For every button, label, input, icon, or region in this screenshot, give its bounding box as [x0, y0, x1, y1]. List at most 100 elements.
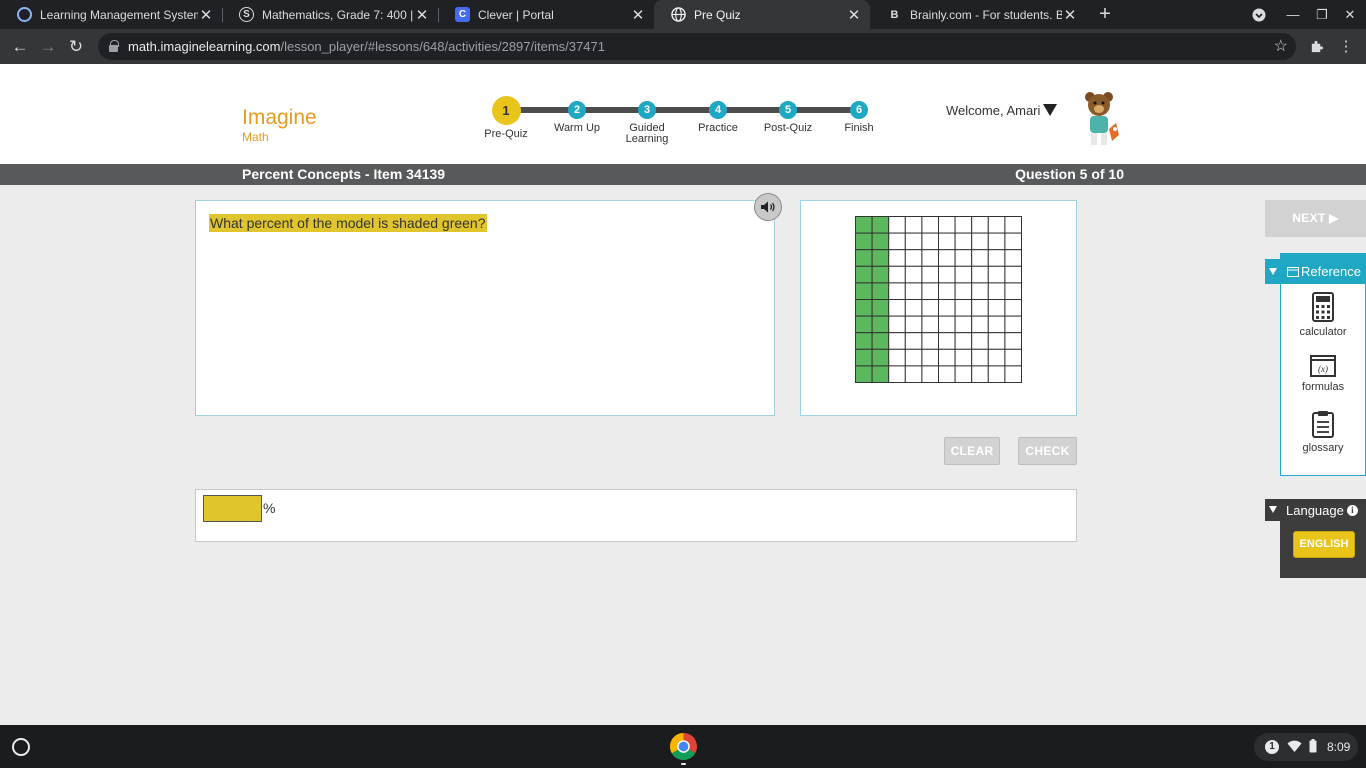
- browser-tab[interactable]: C Clever | Portal ✕: [438, 0, 654, 29]
- grid-cell-shaded: [871, 216, 890, 234]
- step-number: 2: [568, 101, 586, 119]
- glossary-tool[interactable]: glossary: [1280, 410, 1366, 454]
- browser-tab[interactable]: B Brainly.com - For students. By st ✕: [870, 0, 1086, 29]
- address-bar[interactable]: math.imaginelearning.com/lesson_player/#…: [98, 33, 1296, 60]
- close-icon[interactable]: ✕: [846, 6, 862, 24]
- glossary-icon: [1312, 411, 1334, 438]
- restore-icon[interactable]: ❐: [1307, 0, 1337, 29]
- grid-cell: [971, 315, 989, 334]
- grid-cell: [921, 348, 940, 367]
- grid-cell: [921, 299, 940, 317]
- user-menu-caret-icon[interactable]: [1043, 104, 1057, 116]
- bookmark-star-icon[interactable]: ☆: [1274, 36, 1288, 56]
- grid-cell-shaded: [871, 282, 890, 301]
- formulas-tool[interactable]: (x) formulas: [1280, 355, 1366, 393]
- model-panel: [800, 200, 1077, 416]
- check-button[interactable]: CHECK: [1018, 437, 1077, 465]
- grid-cell: [938, 299, 956, 317]
- language-collapse-toggle[interactable]: [1265, 499, 1281, 521]
- close-icon[interactable]: ✕: [414, 6, 430, 24]
- grid-cell: [971, 332, 989, 350]
- info-icon[interactable]: i: [1346, 505, 1358, 516]
- tab-search-icon[interactable]: [1244, 0, 1274, 29]
- grid-cell: [954, 348, 973, 367]
- grid-cell: [888, 265, 906, 284]
- close-icon[interactable]: ✕: [1062, 6, 1078, 24]
- status-tray[interactable]: 1 8:09: [1254, 733, 1358, 761]
- percent-answer-input[interactable]: [203, 495, 262, 522]
- grid-cell: [888, 315, 906, 334]
- grid-cell: [971, 365, 989, 383]
- step-practice: 4 Practice: [678, 64, 758, 134]
- grid-cell: [1004, 315, 1022, 334]
- launcher-icon[interactable]: [12, 738, 30, 756]
- forward-icon[interactable]: →: [36, 35, 60, 59]
- grid-cell: [921, 282, 940, 301]
- welcome-user[interactable]: Welcome, Amari: [946, 103, 1040, 118]
- grid-cell: [904, 315, 923, 334]
- grid-cell: [971, 299, 989, 317]
- chrome-icon[interactable]: [669, 732, 698, 761]
- grid-cell: [1004, 348, 1022, 367]
- step-pre-quiz: 1 Pre-Quiz: [466, 64, 546, 140]
- browser-tab-title: Brainly.com - For students. By st: [910, 7, 1062, 22]
- extensions-puzzle-icon[interactable]: [1304, 35, 1328, 59]
- grid-cell: [904, 282, 923, 301]
- browser-tab[interactable]: S Mathematics, Grade 7: 400 | Sch ✕: [222, 0, 438, 29]
- grid-cell: [888, 249, 906, 267]
- minimize-icon[interactable]: —: [1278, 0, 1308, 29]
- clear-button[interactable]: CLEAR: [944, 437, 1000, 465]
- grid-cell: [1004, 299, 1022, 317]
- step-label: Warm Up: [553, 122, 601, 134]
- audio-speaker-button[interactable]: [754, 193, 782, 221]
- browser-tab[interactable]: Learning Management System | ✕: [0, 0, 222, 29]
- grid-cell: [938, 365, 956, 383]
- step-label: Finish: [844, 122, 874, 134]
- url-text[interactable]: math.imaginelearning.com/lesson_player/#…: [128, 39, 605, 54]
- grid-cell: [1004, 232, 1022, 251]
- grid-cell: [938, 232, 956, 251]
- new-tab-button[interactable]: +: [1094, 3, 1116, 25]
- globe-icon: [671, 7, 686, 22]
- step-number: 6: [850, 101, 868, 119]
- next-button[interactable]: NEXT ▶: [1265, 200, 1366, 237]
- svg-text:(x): (x): [1318, 364, 1328, 374]
- grid-cell-shaded: [871, 348, 890, 367]
- app-header: Imagine Math 1 Pre-Quiz 2 Warm Up 3 Guid…: [0, 64, 1366, 164]
- question-panel: What percent of the model is shaded gree…: [195, 200, 775, 416]
- grid-cell-shaded: [855, 332, 873, 350]
- grid-cell: [987, 216, 1006, 234]
- running-indicator: [681, 763, 686, 765]
- triangle-down-icon: [1269, 268, 1277, 275]
- grid-cell: [904, 232, 923, 251]
- grid-cell: [904, 332, 923, 350]
- glossary-label: glossary: [1302, 442, 1344, 454]
- percent-unit: %: [263, 500, 276, 516]
- grid-cell: [938, 216, 956, 234]
- grid-cell-shaded: [855, 265, 873, 284]
- grid-cell: [987, 332, 1006, 350]
- browser-menu-icon[interactable]: ⋮: [1334, 35, 1358, 59]
- wifi-icon: [1287, 740, 1302, 752]
- window-close-icon[interactable]: ✕: [1335, 0, 1365, 29]
- brainly-icon: B: [890, 8, 899, 21]
- grid-cell-shaded: [855, 299, 873, 317]
- grid-cell: [888, 299, 906, 317]
- hundred-grid-model: [855, 216, 1022, 383]
- step-post-quiz: 5 Post-Quiz: [748, 64, 828, 134]
- grid-cell: [938, 332, 956, 350]
- grid-cell: [1004, 365, 1022, 383]
- calculator-tool[interactable]: calculator: [1280, 292, 1366, 338]
- calculator-label: calculator: [1299, 326, 1347, 338]
- back-icon[interactable]: ←: [8, 35, 32, 59]
- reference-collapse-toggle[interactable]: [1265, 259, 1281, 284]
- close-icon[interactable]: ✕: [198, 6, 214, 24]
- grid-cell: [904, 299, 923, 317]
- language-english-button[interactable]: ENGLISH: [1293, 531, 1355, 558]
- reload-icon[interactable]: ↻: [64, 35, 88, 59]
- grid-cell: [971, 216, 989, 234]
- close-icon[interactable]: ✕: [630, 6, 646, 24]
- grid-cell: [954, 232, 973, 251]
- step-number: 1: [491, 96, 521, 125]
- browser-tab-active[interactable]: Pre Quiz ✕: [654, 0, 870, 29]
